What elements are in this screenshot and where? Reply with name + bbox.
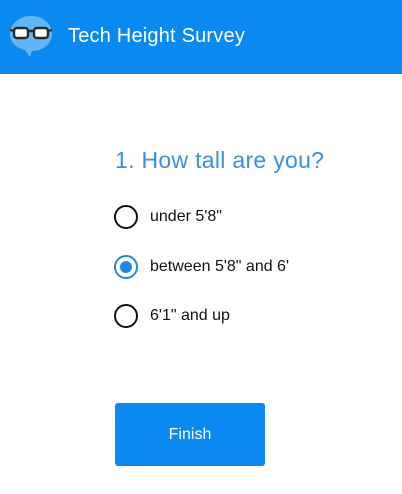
option-label: under 5'8" bbox=[150, 208, 222, 225]
option-label: 6'1" and up bbox=[150, 307, 230, 324]
finish-button[interactable]: Finish bbox=[115, 403, 265, 466]
radio-button-selected[interactable] bbox=[114, 255, 138, 279]
radio-button[interactable] bbox=[114, 304, 138, 328]
radio-button[interactable] bbox=[114, 205, 138, 229]
option-6-1-and-up[interactable]: 6'1" and up bbox=[114, 302, 230, 330]
option-under-5-8[interactable]: under 5'8" bbox=[114, 203, 222, 231]
question-title: 1. How tall are you? bbox=[115, 147, 325, 173]
glasses-chat-bubble-icon bbox=[9, 16, 53, 57]
app-header: Tech Height Survey bbox=[0, 0, 402, 74]
app-title: Tech Height Survey bbox=[68, 25, 246, 47]
option-label: between 5'8" and 6' bbox=[150, 258, 290, 275]
option-between-5-8-and-6[interactable]: between 5'8" and 6' bbox=[114, 253, 289, 281]
